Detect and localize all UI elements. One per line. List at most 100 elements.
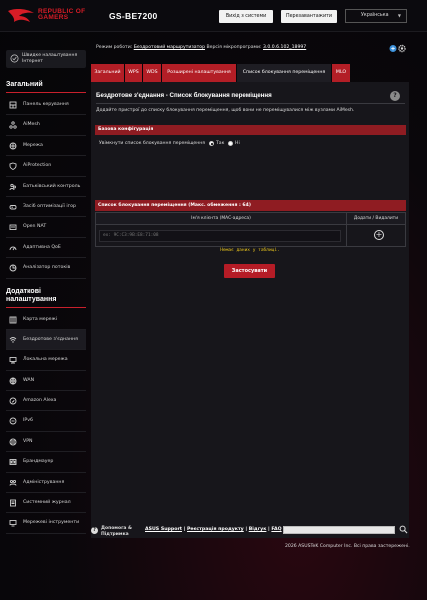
search-icon[interactable] (399, 525, 408, 534)
logout-button[interactable]: Вихід з системи (219, 10, 273, 23)
sidebar-item-open-nat[interactable]: Open NAT (6, 217, 86, 238)
sidebar-item-alexa[interactable]: Amazon Alexa (6, 391, 86, 412)
sidebar-item-label: Аналізатор потоків (23, 265, 71, 271)
sidebar-item-parental-control[interactable]: Батьківський контроль (6, 177, 86, 197)
feedback-link[interactable]: Відгук (249, 527, 267, 532)
no-data-message: Немає даних у таблиці. (220, 248, 280, 253)
wireless-icon (9, 336, 17, 343)
sidebar-item-traffic-analyzer[interactable]: Аналізатор потоків (6, 258, 86, 279)
block-list-header: Список блокування переміщення (Макс. обм… (95, 200, 406, 211)
mac-address-input[interactable]: ex: 9C:C3:9B:E8:71:08 (99, 230, 341, 242)
wizard-label-line1: Швидке налаштування (22, 53, 78, 58)
sidebar-item-label: Локальна мережа (23, 357, 68, 363)
sidebar-item-label: Панель керування (23, 102, 69, 107)
sidebar-item-label: AiProtection (23, 163, 52, 169)
aiprotection-icon (9, 162, 17, 171)
apply-button[interactable]: Застосувати (224, 264, 275, 278)
network-map-icon (9, 316, 17, 323)
tab-mlo[interactable]: MLO (332, 64, 350, 82)
radio-no-label: Ні (235, 141, 240, 146)
table-header: Ім'я клієнта (МАС-адреса) Додати / Видал… (96, 213, 405, 225)
sidebar-item-administration[interactable]: Адміністрування (6, 473, 86, 494)
sidebar-item-lan[interactable]: Локальна мережа (6, 350, 86, 371)
traffic-analyzer-icon (9, 264, 17, 272)
product-registration-link[interactable]: Реєстрація продукту (187, 527, 244, 532)
sidebar: Швидке налаштування Інтернет Загальний П… (6, 50, 86, 534)
settings-gear-icon[interactable] (398, 44, 406, 53)
sidebar-item-game-boost[interactable]: Засіб оптимізації ігор (6, 197, 86, 218)
brand-name: REPUBLIC OF GAMERS (38, 8, 86, 21)
sidebar-item-ipv6[interactable]: IPv6 (6, 411, 86, 432)
sidebar-item-dashboard[interactable]: Панель керування (6, 95, 86, 116)
add-icon[interactable]: + (374, 230, 384, 240)
tab-wps[interactable]: WPS (125, 64, 142, 82)
opmode-link[interactable]: Бездротовий маршрутизатор (134, 45, 205, 50)
block-list-table: Ім'я клієнта (МАС-адреса) Додати / Видал… (95, 212, 406, 247)
column-separator (346, 225, 347, 246)
sidebar-item-system-log[interactable]: Системний журнал (6, 493, 86, 514)
sidebar-item-label: Батьківський контроль (23, 183, 81, 189)
help-label-line1: Допомога & (101, 526, 132, 531)
sidebar-item-label: VPN (23, 438, 33, 444)
administration-icon (9, 479, 17, 486)
quick-internet-setup[interactable]: Швидке налаштування Інтернет (6, 50, 86, 68)
sidebar-item-aimesh[interactable]: AiMesh (6, 115, 86, 136)
top-header: REPUBLIC OF GAMERS GS-BE7200 Вихід з сис… (0, 0, 427, 32)
sidebar-item-label: Системний журнал (23, 500, 71, 506)
sidebar-item-network[interactable]: Мережа (6, 136, 86, 157)
sidebar-item-qos[interactable]: Адаптивна QoE (6, 238, 86, 259)
sidebar-item-aiprotection[interactable]: AiProtection (6, 156, 86, 177)
sidebar-item-network-tools[interactable]: Мережеві інструменти (6, 513, 86, 534)
top-icons (389, 44, 407, 55)
faq-search-input[interactable] (283, 526, 395, 534)
sidebar-item-wireless[interactable]: Бездротове з'єднання (6, 329, 86, 351)
sidebar-item-vpn[interactable]: VPN (6, 432, 86, 453)
tab-general[interactable]: Загальний (91, 64, 124, 82)
asus-support-link[interactable]: ASUS Support (145, 527, 182, 532)
sidebar-item-label: WAN (23, 377, 35, 383)
general-section-title: Загальний (6, 81, 43, 88)
sidebar-item-label: Бездротове з'єднання (23, 336, 78, 342)
help-circle-icon: ? (91, 527, 98, 534)
copyright: 2026 ASUSTeK Computer Inc. Всі права зас… (285, 544, 410, 549)
faq-link[interactable]: FAQ (271, 527, 281, 532)
wan-icon (9, 377, 17, 385)
sidebar-item-label: Мережеві інструменти (23, 520, 80, 526)
sidebar-item-label: Amazon Alexa (23, 398, 57, 404)
language-value: Українська (361, 13, 389, 18)
model-name: GS-BE7200 (109, 11, 158, 21)
ipv6-icon (9, 418, 17, 425)
game-boost-icon (9, 205, 17, 210)
radio-no[interactable] (228, 141, 233, 146)
sidebar-item-label: IPv6 (23, 418, 33, 424)
radio-yes[interactable] (209, 141, 214, 146)
help-icon[interactable]: ? (390, 91, 400, 101)
network-icon (9, 142, 17, 150)
sidebar-item-label: Брандмауер (23, 459, 54, 465)
sidebar-item-wan[interactable]: WAN (6, 371, 86, 392)
language-select[interactable]: Українська ▼ (345, 9, 407, 23)
title-divider (96, 103, 405, 104)
footer: ? Допомога & Підтримка ASUS Support | Ре… (91, 522, 410, 562)
col-add-delete: Додати / Видалити (346, 213, 405, 225)
enable-roaming-block-label: Увімкнути список блокування переміщення (99, 141, 206, 146)
sidebar-item-label: Open NAT (23, 224, 47, 230)
wizard-label-line2: Інтернет (22, 58, 43, 64)
alexa-icon (9, 397, 17, 405)
help-label-line2: Підтримка (101, 531, 129, 537)
tab-wds[interactable]: WDS (143, 64, 161, 82)
section-divider (6, 306, 86, 308)
sidebar-item-network-map[interactable]: Карта мережі (6, 310, 86, 330)
tab-advanced-settings[interactable]: Розширені налаштування (162, 64, 236, 82)
reboot-button[interactable]: Перезавантажити (281, 10, 337, 23)
firmware-link[interactable]: 3.0.0.6.102_18997 (263, 45, 306, 50)
aimesh-status-icon[interactable] (389, 45, 397, 52)
status-line: Режим роботи: Бездротовий маршрутизатор … (96, 45, 307, 50)
parental-control-icon (9, 183, 16, 190)
open-nat-icon (9, 224, 17, 231)
footer-links: ASUS Support | Реєстрація продукту | Від… (145, 527, 282, 532)
sidebar-item-label: Адміністрування (23, 479, 65, 485)
sidebar-item-firewall[interactable]: Брандмауер (6, 452, 86, 473)
aimesh-icon (9, 121, 17, 130)
tab-roaming-block-list[interactable]: Список блокування переміщення (237, 64, 331, 82)
